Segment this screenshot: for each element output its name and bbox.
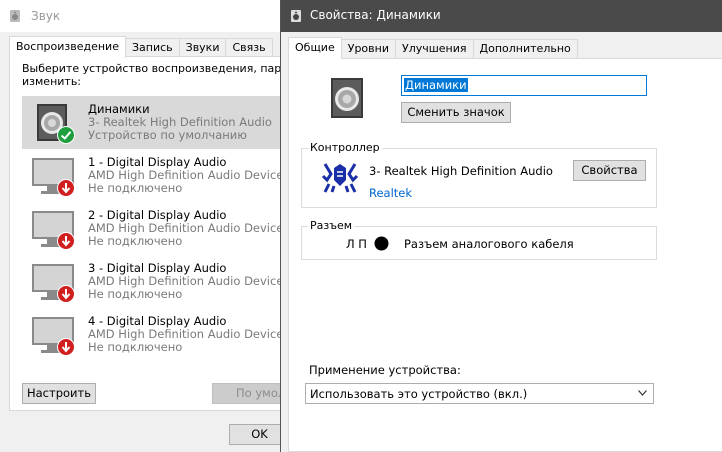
- device-status: Не подключено: [88, 181, 183, 195]
- speaker-device-icon: [331, 78, 363, 118]
- realtek-logo-icon: [321, 163, 359, 193]
- default-check-icon: [57, 126, 75, 144]
- controller-name: 3- Realtek High Definition Audio: [369, 164, 553, 178]
- speaker-icon: [291, 10, 301, 22]
- jack-sides-label: Л П: [346, 237, 367, 251]
- configure-button[interactable]: Настроить: [22, 383, 96, 404]
- device-name: 2 - Digital Display Audio: [88, 208, 227, 222]
- set-default-button[interactable]: По умол: [212, 383, 290, 404]
- sound-window: Звук Воспроизведение Запись Звуки Связь …: [0, 0, 290, 452]
- device-status: Не подключено: [88, 287, 183, 301]
- chevron-down-icon: [638, 390, 647, 396]
- device-name-value: Динамики: [404, 78, 468, 92]
- device-item-display-audio-2[interactable]: 2 - Digital Display Audio AMD High Defin…: [22, 202, 290, 255]
- sound-titlebar[interactable]: Звук: [0, 0, 290, 32]
- device-usage-label: Применение устройства:: [309, 363, 461, 377]
- device-list: Динамики 3- Realtek High Definition Audi…: [22, 96, 290, 372]
- sound-tabs: Воспроизведение Запись Звуки Связь: [9, 36, 273, 58]
- device-usage-select[interactable]: Использовать это устройство (вкл.): [305, 383, 654, 404]
- properties-window-title: Свойства: Динамики: [310, 8, 441, 22]
- device-driver: 3- Realtek High Definition Audio: [88, 115, 272, 129]
- device-driver: AMD High Definition Audio Device: [88, 327, 284, 341]
- jack-dot-icon: [374, 236, 389, 251]
- device-usage-value: Использовать это устройство (вкл.): [310, 387, 528, 401]
- tab-sounds[interactable]: Звуки: [178, 38, 227, 58]
- disconnected-arrow-icon: [57, 232, 75, 250]
- disconnected-arrow-icon: [57, 179, 75, 197]
- tab-advanced[interactable]: Дополнительно: [472, 39, 578, 59]
- device-name: 1 - Digital Display Audio: [88, 155, 227, 169]
- tab-levels[interactable]: Уровни: [340, 39, 396, 59]
- controller-group-label: Контроллер: [308, 141, 382, 154]
- jack-description: Разъем аналогового кабеля: [404, 237, 574, 251]
- tab-enhancements[interactable]: Улучшения: [394, 39, 474, 59]
- disconnected-arrow-icon: [57, 338, 75, 356]
- disconnected-arrow-icon: [57, 285, 75, 303]
- controller-properties-button[interactable]: Свойства: [573, 160, 646, 181]
- device-status: Не подключено: [88, 340, 183, 354]
- tab-communications[interactable]: Связь: [225, 38, 273, 58]
- sound-window-title: Звук: [31, 9, 61, 23]
- device-name: 3 - Digital Display Audio: [88, 261, 227, 275]
- properties-tabs: Общие Уровни Улучшения Дополнительно: [288, 37, 578, 59]
- device-name-input[interactable]: Динамики: [401, 75, 647, 96]
- device-name: 4 - Digital Display Audio: [88, 314, 227, 328]
- realtek-link[interactable]: Realtek: [369, 186, 412, 200]
- device-item-display-audio-1[interactable]: 1 - Digital Display Audio AMD High Defin…: [22, 149, 290, 202]
- device-driver: AMD High Definition Audio Device: [88, 168, 284, 182]
- tab-recording[interactable]: Запись: [124, 38, 180, 58]
- desktop: Звук Воспроизведение Запись Звуки Связь …: [0, 0, 722, 452]
- tab-general[interactable]: Общие: [288, 37, 342, 59]
- device-item-display-audio-3[interactable]: 3 - Digital Display Audio AMD High Defin…: [22, 255, 290, 308]
- tab-playback[interactable]: Воспроизведение: [9, 36, 126, 58]
- playback-instruction: Выберите устройство воспроизведения, пар…: [22, 62, 290, 88]
- device-driver: AMD High Definition Audio Device: [88, 274, 284, 288]
- device-driver: AMD High Definition Audio Device: [88, 221, 284, 235]
- change-icon-button[interactable]: Сменить значок: [401, 102, 511, 123]
- device-item-display-audio-4[interactable]: 4 - Digital Display Audio AMD High Defin…: [22, 308, 290, 361]
- device-status: Устройство по умолчанию: [88, 128, 247, 142]
- properties-titlebar[interactable]: Свойства: Динамики: [281, 0, 722, 32]
- device-status: Не подключено: [88, 234, 183, 248]
- device-name: Динамики: [88, 102, 150, 116]
- jack-group-label: Разъем: [308, 219, 355, 232]
- speaker-icon: [10, 10, 20, 22]
- device-item-speakers[interactable]: Динамики 3- Realtek High Definition Audi…: [22, 96, 290, 149]
